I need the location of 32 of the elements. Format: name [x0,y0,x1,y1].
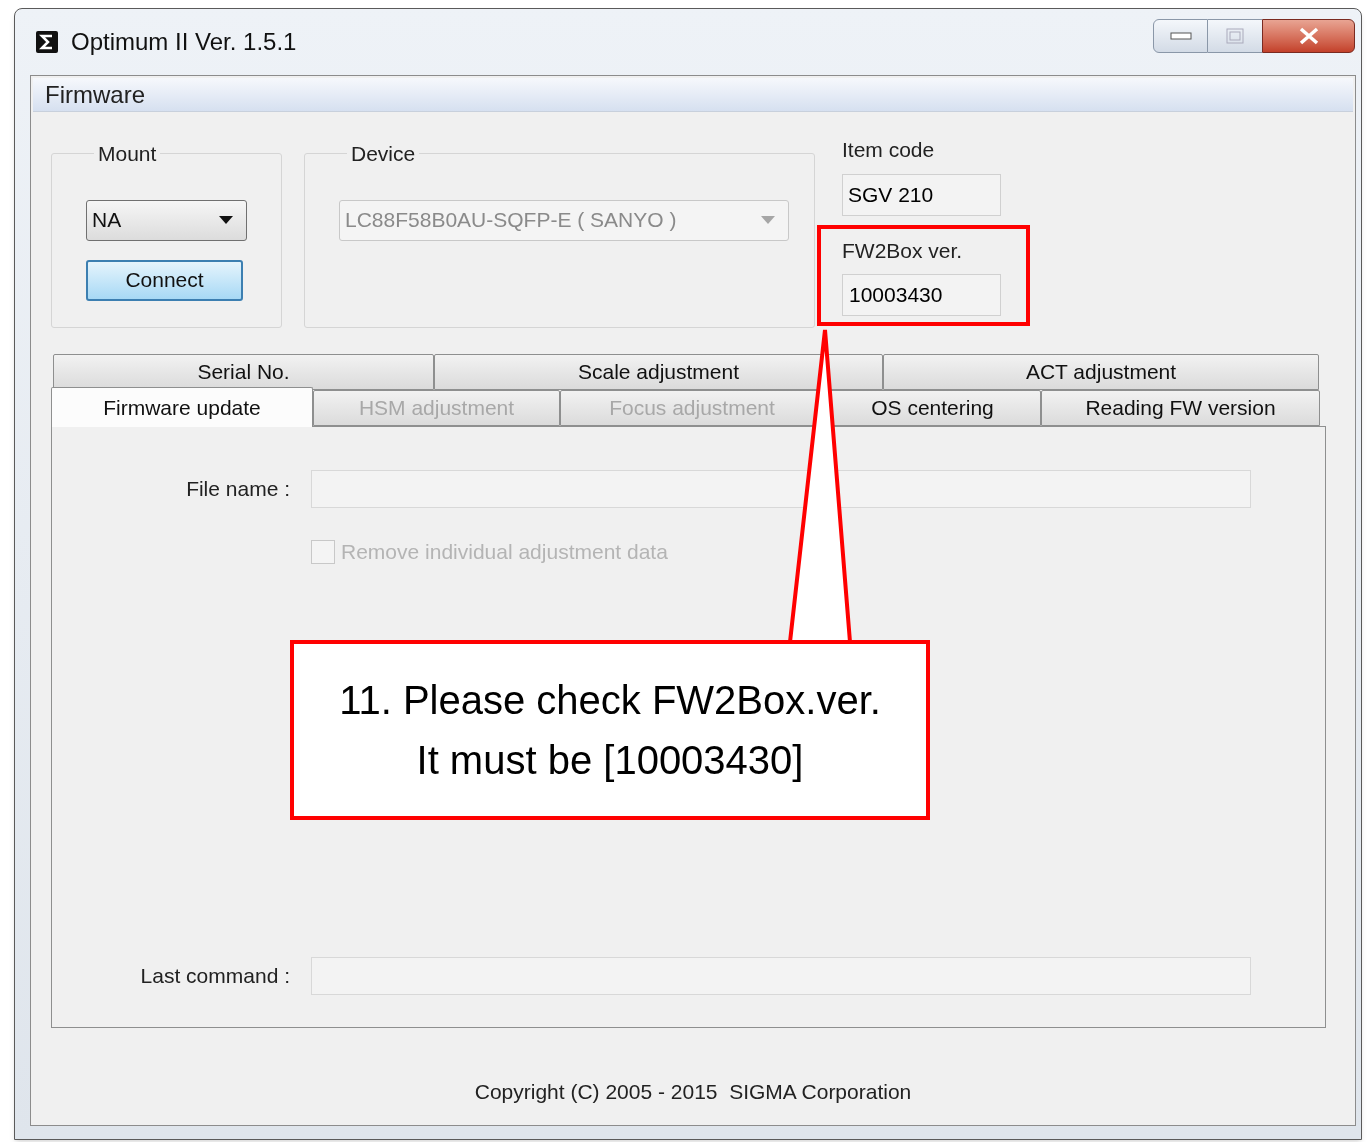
maximize-icon [1226,28,1244,44]
last-command-field[interactable] [311,957,1251,995]
checkbox-label: Remove individual adjustment data [341,539,668,565]
dropdown-arrow-icon [218,215,234,225]
file-name-field[interactable] [311,470,1251,508]
section-header: Firmware [33,78,1353,112]
callout-text: It must be [10003430] [416,737,804,784]
item-code-field: SGV 210 [842,174,1001,216]
window-title: Optimum II Ver. 1.5.1 [71,27,297,57]
callout-text: 11. Please check FW2Box.ver. [339,677,881,724]
close-icon [1297,27,1320,45]
fw2box-field: 10003430 [842,274,1001,316]
fw2box-label: FW2Box ver. [842,238,964,264]
mount-dropdown[interactable]: NA [86,199,247,241]
minimize-icon [1169,32,1192,40]
tab[interactable]: Scale adjustment [434,354,883,390]
dropdown-arrow-icon [760,215,776,225]
item-code-label: Item code [842,138,936,162]
tab[interactable]: ACT adjustment [883,354,1319,390]
tab[interactable]: Firmware update [51,387,313,427]
tab[interactable]: Reading FW version [1041,390,1320,426]
group-label: Device [350,141,417,167]
copyright-text: Copyright (C) 2005 - 2015 SIGMA Corporation [474,1079,912,1105]
file-name-label: File name : [185,476,290,503]
maximize-button[interactable] [1208,19,1262,53]
tab[interactable]: Serial No. [53,354,434,390]
sigma-icon [35,30,59,54]
group-label: Mount [97,141,158,167]
close-button[interactable] [1262,19,1355,53]
last-command-label: Last command : [139,963,290,990]
minimize-button[interactable] [1153,19,1208,53]
connect-button[interactable]: Connect [86,259,243,301]
